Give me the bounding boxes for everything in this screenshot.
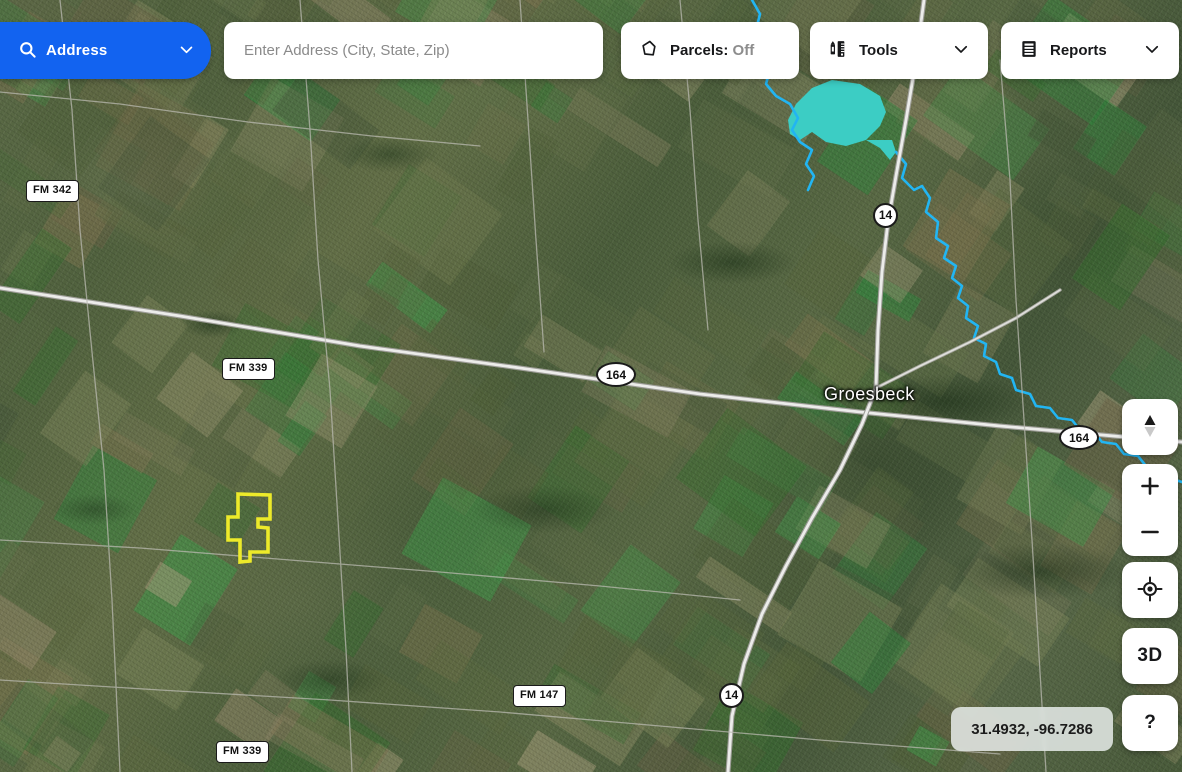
zoom-in-button[interactable] (1122, 464, 1178, 510)
place-label-groesbeck: Groesbeck (824, 384, 915, 404)
locate-me-button[interactable] (1122, 562, 1178, 618)
road-shield: FM 339 (216, 741, 269, 763)
road-shield: FM 147 (513, 685, 566, 707)
zoom-controls (1122, 464, 1178, 556)
toggle-3d-button[interactable]: 3D (1122, 628, 1178, 684)
lake-water-feature (788, 80, 896, 160)
parcels-label: Parcels: Off (670, 42, 754, 59)
road-shield: 164 (1059, 425, 1099, 450)
parcels-label-prefix: Parcels: (670, 42, 729, 59)
address-search-input[interactable] (244, 22, 583, 79)
parcels-toggle-button[interactable]: Parcels: Off (621, 22, 799, 79)
road-shield: 14 (719, 683, 744, 708)
minus-icon (1138, 520, 1162, 547)
compass-reset-north-button[interactable] (1122, 399, 1178, 455)
road-shield: 164 (596, 362, 636, 387)
pen-ruler-icon (828, 39, 848, 62)
address-input-container[interactable] (224, 22, 603, 79)
road-network (0, 0, 1182, 772)
chevron-down-icon (178, 41, 195, 61)
address-search-mode-button[interactable]: Address (0, 22, 211, 79)
tools-button-label: Tools (859, 42, 898, 59)
crosshair-locate-icon (1137, 576, 1163, 605)
search-icon (18, 40, 37, 62)
road-shield: 14 (873, 203, 898, 228)
reports-button-label: Reports (1050, 42, 1107, 59)
compass-icon (1141, 413, 1159, 442)
map-application: Groesbeck FM 342 FM 339 164 14 164 FM 14… (0, 0, 1182, 772)
reports-menu-button[interactable]: Reports (1001, 22, 1179, 79)
address-button-label: Address (46, 42, 108, 59)
map-vector-overlay (0, 0, 1182, 772)
chevron-down-icon (936, 40, 970, 61)
chevron-down-icon (1127, 40, 1161, 61)
parcels-state-value: Off (732, 42, 755, 59)
road-shield: FM 342 (26, 180, 79, 202)
coordinates-readout: 31.4932, -96.7286 (951, 707, 1113, 751)
selected-parcel-boundary[interactable] (226, 492, 272, 564)
plus-icon (1138, 474, 1162, 501)
help-button[interactable]: ? (1122, 695, 1178, 751)
tools-menu-button[interactable]: Tools (810, 22, 988, 79)
report-document-icon (1019, 39, 1039, 62)
zoom-out-button[interactable] (1122, 510, 1178, 556)
road-shield: FM 339 (222, 358, 275, 380)
parcel-polygon-icon (639, 39, 659, 62)
